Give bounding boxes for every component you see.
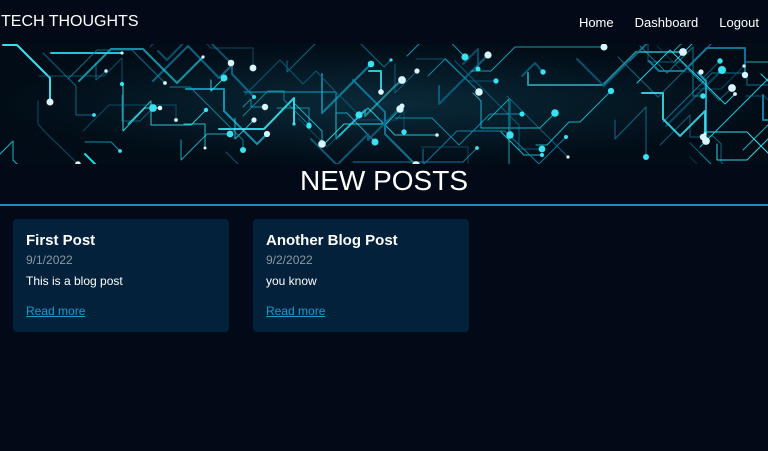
circuit-pad	[203, 107, 209, 113]
circuit-pad	[718, 66, 726, 74]
post-body: you know	[266, 274, 317, 288]
circuit-pad	[506, 131, 514, 139]
circuit-pad	[240, 147, 246, 153]
circuit-pad	[261, 103, 269, 111]
circuit-pad	[475, 146, 479, 150]
circuit-pad	[157, 105, 163, 111]
circuit-pad	[742, 64, 746, 68]
circuit-pad	[566, 155, 570, 159]
post-title[interactable]: First Post	[26, 232, 216, 250]
title-divider	[0, 204, 768, 206]
post-title[interactable]: Another Blog Post	[266, 232, 456, 250]
circuit-pad	[367, 60, 375, 68]
circuit-pad	[174, 118, 178, 122]
circuit-pad	[92, 113, 96, 117]
circuit-pad	[700, 93, 706, 99]
circuit-pad	[149, 104, 157, 112]
circuit-pad	[119, 81, 125, 87]
circuit-pad	[104, 69, 108, 73]
circuit-pad	[263, 130, 271, 138]
circuit-pad	[551, 109, 559, 117]
nav-home-link[interactable]: Home	[579, 15, 614, 30]
circuit-pad	[46, 98, 54, 106]
circuit-pad	[540, 69, 546, 75]
post-body: This is a blog post	[26, 274, 123, 288]
circuit-pad	[118, 149, 122, 153]
post-date: 9/2/2022	[266, 253, 313, 267]
circuit-pad	[163, 81, 167, 85]
posts-list: First Post 9/1/2022 This is a blog post …	[13, 219, 493, 332]
circuit-pad	[378, 89, 384, 95]
circuit-pad	[306, 123, 312, 129]
post-card[interactable]: First Post 9/1/2022 This is a blog post …	[13, 219, 229, 332]
circuit-pad	[203, 146, 207, 150]
circuit-pad	[249, 64, 257, 72]
page-title: NEW POSTS	[299, 165, 468, 196]
read-more-link[interactable]: Read more	[26, 304, 85, 318]
circuit-pad	[475, 88, 483, 96]
circuit-pad	[741, 71, 749, 79]
circuit-pad	[493, 78, 499, 84]
circuit-pad	[607, 87, 615, 95]
circuit-pad	[564, 135, 568, 139]
circuit-pad	[698, 69, 704, 75]
brand-title[interactable]: TECH THOUGHTS	[1, 13, 138, 31]
circuit-pad	[475, 66, 481, 72]
circuit-board-image	[0, 44, 768, 164]
circuit-pad	[355, 111, 363, 119]
circuit-pad	[461, 53, 469, 61]
circuit-pad	[251, 117, 257, 123]
circuit-pad	[717, 58, 723, 64]
circuit-pad	[538, 145, 546, 153]
nav-logout-link[interactable]: Logout	[719, 15, 759, 30]
circuit-pad	[252, 95, 256, 99]
navbar: TECH THOUGHTS Home Dashboard Logout	[0, 0, 768, 44]
circuit-pad	[539, 152, 545, 158]
circuit-pad	[643, 154, 649, 160]
circuit-pad	[227, 59, 235, 67]
circuit-pad	[484, 51, 492, 59]
nav-links: Home Dashboard Logout	[558, 15, 768, 30]
circuit-pad	[414, 68, 420, 74]
circuit-pad	[728, 84, 736, 92]
circuit-board-banner	[0, 44, 768, 164]
circuit-pad	[120, 51, 124, 55]
circuit-pad	[399, 103, 405, 109]
circuit-pad	[292, 122, 296, 126]
circuit-pad	[519, 111, 525, 117]
nav-dashboard-link[interactable]: Dashboard	[635, 15, 699, 30]
post-card[interactable]: Another Blog Post 9/2/2022 you know Read…	[253, 219, 469, 332]
circuit-pad	[398, 76, 406, 84]
circuit-pad	[401, 129, 407, 135]
circuit-pad	[703, 132, 707, 136]
circuit-pad	[201, 55, 205, 59]
post-date: 9/1/2022	[26, 253, 73, 267]
circuit-pad	[733, 92, 737, 96]
circuit-pad	[389, 58, 393, 62]
circuit-pad	[435, 133, 439, 137]
read-more-link[interactable]: Read more	[266, 304, 325, 318]
circuit-pad	[679, 48, 687, 56]
circuit-pad	[220, 74, 228, 82]
circuit-pad	[371, 138, 379, 146]
circuit-pad	[318, 140, 326, 148]
circuit-pad	[226, 130, 234, 138]
